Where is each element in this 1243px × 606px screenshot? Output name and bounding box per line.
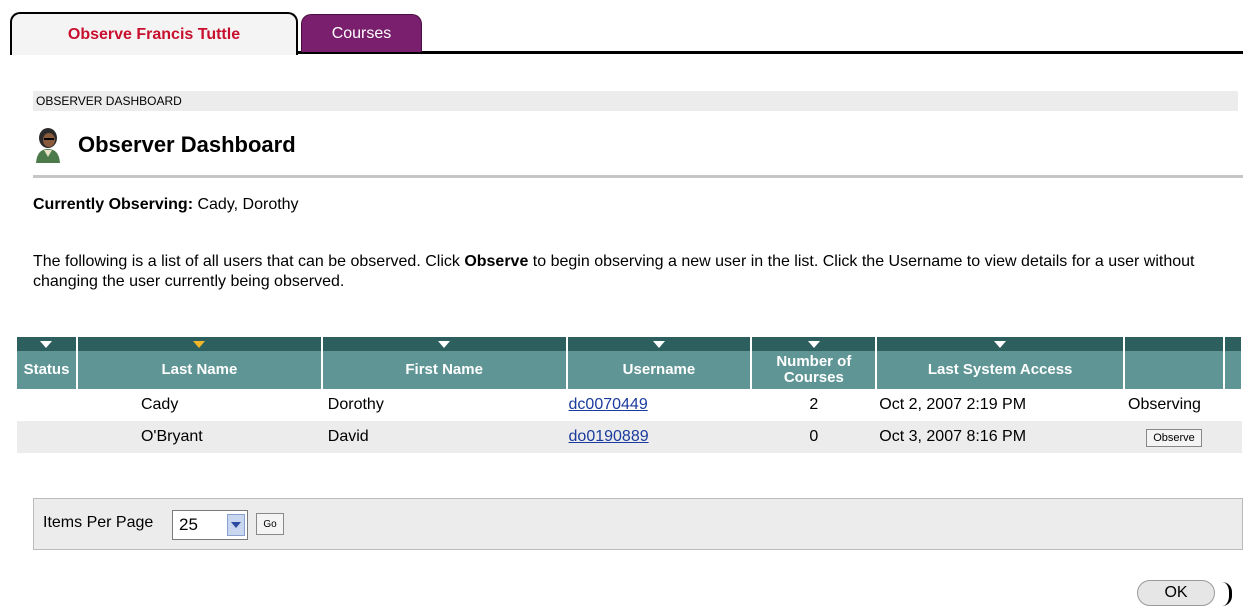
- table-header-row: Status Last Name First Name Username Num…: [17, 337, 1243, 389]
- items-per-page-value: 25: [179, 515, 198, 534]
- pagination-bar: Items Per Page 25 Go: [33, 498, 1243, 550]
- breadcrumb: OBSERVER DASHBOARD: [33, 91, 1238, 111]
- cell-status: [17, 389, 77, 421]
- column-header-last-system-access[interactable]: Last System Access: [876, 337, 1125, 389]
- currently-observing-value: Cady, Dorothy: [193, 196, 299, 213]
- instructions-part1: The following is a list of all users tha…: [33, 253, 465, 270]
- ok-button[interactable]: OK: [1137, 580, 1215, 606]
- cell-first-name: Dorothy: [327, 396, 384, 413]
- column-header-status[interactable]: Status: [17, 337, 78, 389]
- cell-action: Observe: [1124, 421, 1224, 453]
- status-observing: Observing: [1128, 396, 1201, 413]
- page-title: Observer Dashboard: [78, 132, 296, 157]
- column-header-last-name[interactable]: Last Name: [76, 337, 323, 389]
- chevron-down-icon[interactable]: [227, 514, 245, 536]
- cell-last-access: Oct 2, 2007 2:19 PM: [879, 396, 1027, 413]
- column-header-username[interactable]: Username: [566, 337, 753, 389]
- username-link[interactable]: dc0070449: [569, 396, 648, 413]
- cell-spacer: [1223, 421, 1242, 453]
- column-header-first-name[interactable]: First Name: [321, 337, 568, 389]
- sort-arrow-icon[interactable]: [807, 340, 820, 348]
- column-header-number-of-courses[interactable]: Number of Courses: [751, 337, 878, 389]
- sort-arrow-icon[interactable]: [994, 340, 1007, 348]
- sort-arrow-icon[interactable]: [193, 340, 206, 348]
- column-header-spacer: [1223, 337, 1243, 389]
- title-divider: [33, 175, 1243, 178]
- table-row: O'Bryant David do0190889 0 Oct 3, 2007 8…: [17, 421, 1242, 453]
- column-header-action: [1124, 337, 1225, 389]
- cell-courses: 2: [809, 396, 819, 413]
- tab-courses[interactable]: Courses: [301, 14, 422, 52]
- cell-last-name: O'Bryant: [76, 421, 322, 453]
- tab-observe-francis-tuttle[interactable]: Observe Francis Tuttle: [10, 12, 298, 55]
- cell-username: dc0070449: [567, 389, 752, 421]
- title-row: Observer Dashboard: [33, 127, 1243, 167]
- cell-spacer: [1224, 389, 1242, 421]
- cell-courses: 0: [751, 421, 877, 453]
- instructions-bold: Observe: [464, 253, 529, 270]
- cell-first-name: David: [321, 421, 567, 453]
- currently-observing: Currently Observing: Cady, Dorothy: [33, 196, 299, 214]
- ok-button-edge: [1222, 582, 1232, 606]
- cell-status: [17, 421, 77, 453]
- items-per-page-label: Items Per Page: [43, 514, 154, 531]
- instructions-text: The following is a list of all users tha…: [33, 252, 1203, 292]
- username-link[interactable]: do0190889: [569, 428, 649, 445]
- tab-bar: Observe Francis Tuttle Courses: [0, 0, 1243, 56]
- go-button[interactable]: Go: [256, 513, 284, 535]
- observe-button[interactable]: Observe: [1146, 428, 1202, 447]
- sort-arrow-icon[interactable]: [438, 340, 451, 348]
- sort-arrow-icon[interactable]: [40, 340, 53, 348]
- sort-arrow-icon[interactable]: [652, 340, 665, 348]
- cell-username: do0190889: [566, 421, 752, 453]
- observable-users-table: Status Last Name First Name Username Num…: [17, 337, 1243, 453]
- observer-avatar-icon: [36, 128, 60, 163]
- currently-observing-label: Currently Observing:: [33, 196, 194, 213]
- cell-last-name: Cady: [140, 396, 179, 413]
- items-per-page-select[interactable]: 25: [172, 510, 248, 540]
- table-row: Cady Dorothy dc0070449 2 Oct 2, 2007 2:1…: [17, 389, 1242, 421]
- cell-last-access: Oct 3, 2007 8:16 PM: [876, 421, 1124, 453]
